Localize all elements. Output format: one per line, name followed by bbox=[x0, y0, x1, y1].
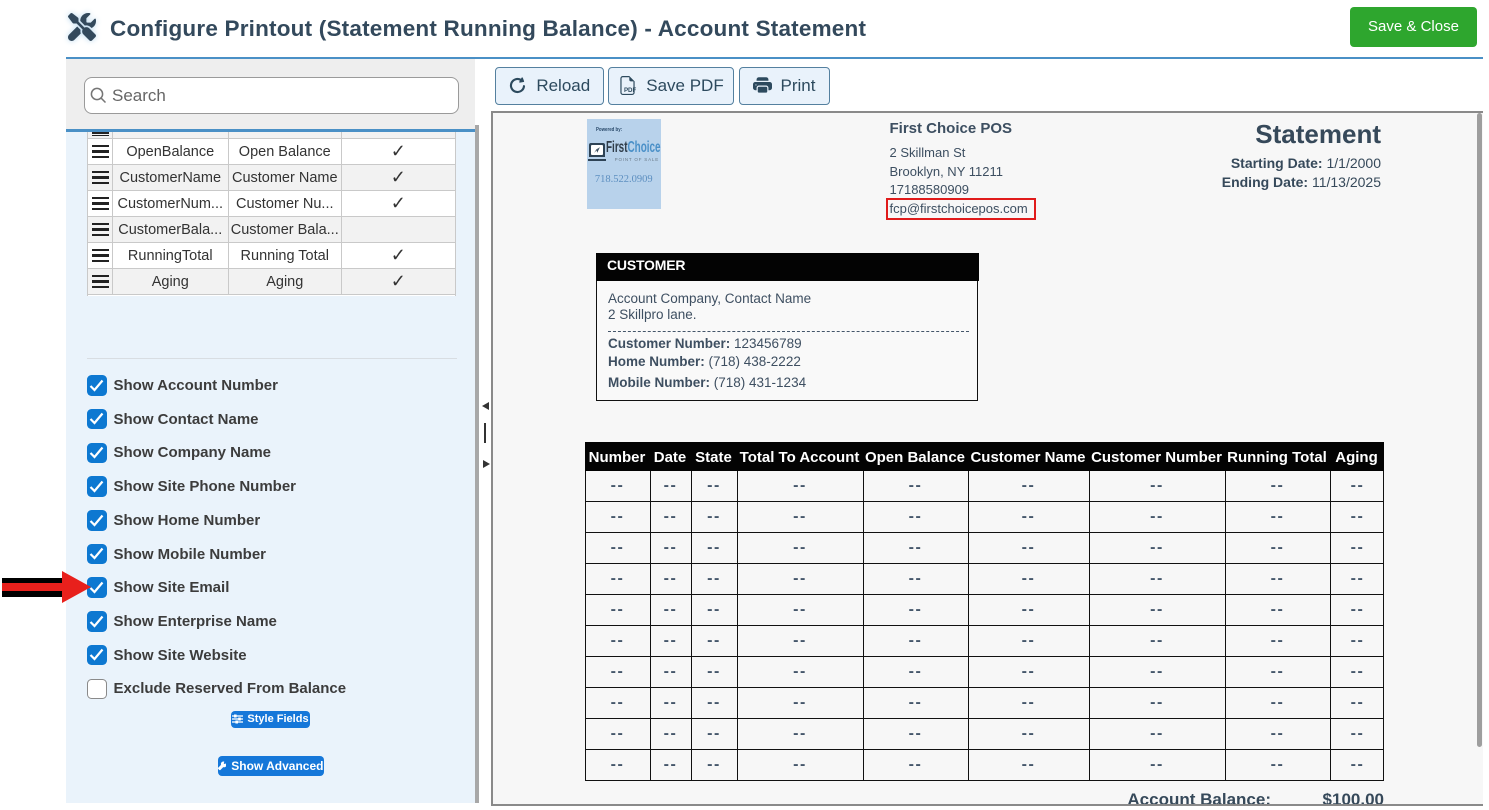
svg-text:PDF: PDF bbox=[624, 87, 637, 94]
